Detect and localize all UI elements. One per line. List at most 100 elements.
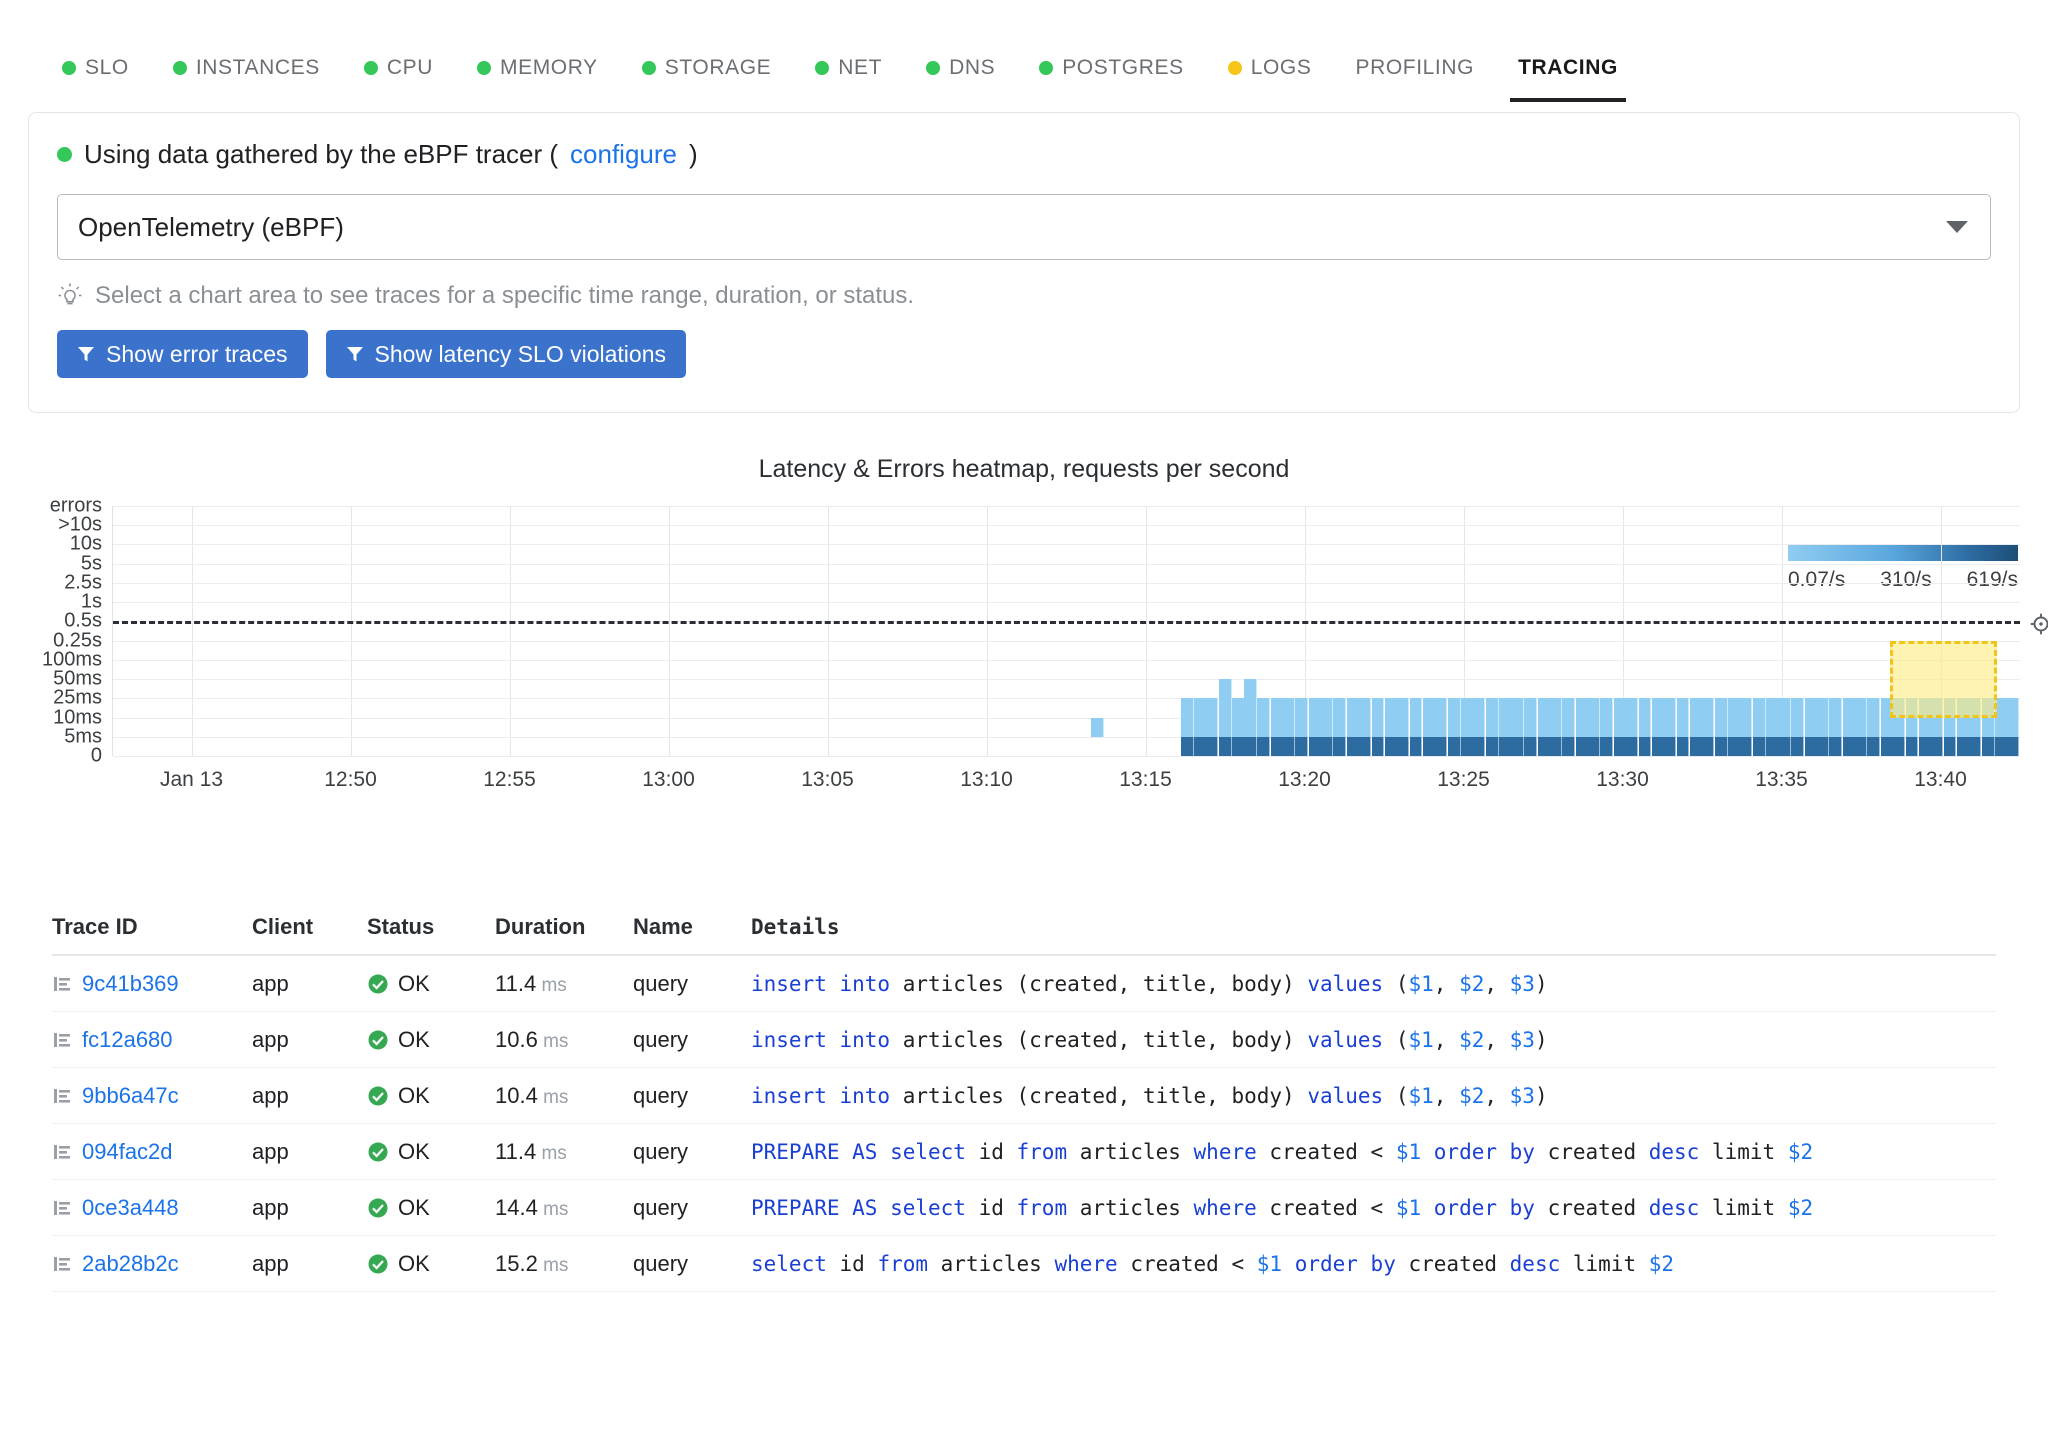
heatmap-cell[interactable]: [1791, 698, 1804, 717]
heatmap-bin[interactable]: [1206, 506, 1219, 756]
heatmap-cell[interactable]: [1524, 698, 1537, 717]
heatmap-cell[interactable]: [1524, 718, 1537, 737]
column-header-name[interactable]: Name: [633, 914, 751, 940]
trace-id-cell[interactable]: 094fac2d: [52, 1139, 252, 1165]
nav-item-slo[interactable]: SLO: [40, 56, 151, 90]
heatmap-bin[interactable]: [1257, 506, 1270, 756]
nav-item-logs[interactable]: LOGS: [1206, 56, 1334, 90]
heatmap-cell[interactable]: [1435, 698, 1448, 717]
heatmap-cell[interactable]: [1448, 737, 1461, 756]
nav-item-net[interactable]: NET: [793, 56, 904, 90]
heatmap-cell[interactable]: [1410, 718, 1423, 737]
heatmap-cell[interactable]: [1930, 718, 1943, 737]
heatmap-cell[interactable]: [1663, 718, 1676, 737]
nav-item-storage[interactable]: STORAGE: [620, 56, 794, 90]
trace-id-link[interactable]: 9bb6a47c: [82, 1083, 179, 1109]
heatmap-cell[interactable]: [1282, 737, 1295, 756]
column-header-status[interactable]: Status: [367, 914, 495, 940]
heatmap-cell[interactable]: [1410, 698, 1423, 717]
heatmap-cell[interactable]: [1969, 718, 1982, 737]
latency-errors-heatmap[interactable]: errors>10s10s5s2.5s1s0.5s0.25s100ms50ms2…: [0, 496, 2048, 896]
heatmap-bin[interactable]: [1867, 506, 1880, 756]
nav-item-profiling[interactable]: PROFILING: [1333, 56, 1496, 90]
heatmap-cell[interactable]: [1829, 737, 1842, 756]
table-row[interactable]: 9bb6a47cappOK10.4 msqueryinsert into art…: [52, 1068, 1996, 1124]
heatmap-bin[interactable]: [1969, 506, 1982, 756]
heatmap-bin[interactable]: [1892, 506, 1905, 756]
heatmap-bin[interactable]: [1091, 506, 1104, 756]
heatmap-bin[interactable]: [1244, 506, 1257, 756]
nav-item-tracing[interactable]: TRACING: [1496, 56, 1640, 90]
trace-id-cell[interactable]: fc12a680: [52, 1027, 252, 1053]
heatmap-cell[interactable]: [1982, 737, 1995, 756]
heatmap-bin[interactable]: [1511, 506, 1524, 756]
heatmap-bin[interactable]: [1702, 506, 1715, 756]
heatmap-cell[interactable]: [1867, 737, 1880, 756]
heatmap-cell[interactable]: [1639, 737, 1652, 756]
heatmap-bin[interactable]: [1715, 506, 1728, 756]
heatmap-cell[interactable]: [1969, 698, 1982, 717]
heatmap-cell[interactable]: [1524, 737, 1537, 756]
heatmap-cell[interactable]: [1930, 737, 1943, 756]
heatmap-cell[interactable]: [1892, 718, 1905, 737]
heatmap-cell[interactable]: [1854, 718, 1867, 737]
trace-id-cell[interactable]: 2ab28b2c: [52, 1251, 252, 1277]
heatmap-cell[interactable]: [1702, 737, 1715, 756]
heatmap-cell[interactable]: [1257, 698, 1270, 717]
table-row[interactable]: fc12a680appOK10.6 msqueryinsert into art…: [52, 1012, 1996, 1068]
heatmap-cell[interactable]: [1587, 718, 1600, 737]
heatmap-cell[interactable]: [1333, 737, 1346, 756]
heatmap-cell[interactable]: [1791, 737, 1804, 756]
heatmap-cell[interactable]: [1295, 698, 1308, 717]
heatmap-bin[interactable]: [1600, 506, 1613, 756]
column-header-trace-id[interactable]: Trace ID: [52, 914, 252, 940]
heatmap-cell[interactable]: [1511, 718, 1524, 737]
table-row[interactable]: 0ce3a448appOK14.4 msqueryPREPARE AS sele…: [52, 1180, 1996, 1236]
heatmap-cell[interactable]: [1206, 698, 1219, 717]
heatmap-cell[interactable]: [1435, 718, 1448, 737]
heatmap-cell[interactable]: [1333, 718, 1346, 737]
heatmap-cell[interactable]: [1702, 698, 1715, 717]
heatmap-cell[interactable]: [1829, 718, 1842, 737]
heatmap-cell[interactable]: [1906, 698, 1919, 717]
heatmap-cell[interactable]: [1867, 698, 1880, 717]
heatmap-cell[interactable]: [1944, 737, 1957, 756]
show-error-traces-button[interactable]: Show error traces: [57, 330, 308, 378]
heatmap-cell[interactable]: [1486, 718, 1499, 737]
heatmap-bin[interactable]: [1333, 506, 1346, 756]
heatmap-cell[interactable]: [1181, 698, 1194, 717]
heatmap-cell[interactable]: [1219, 718, 1232, 737]
heatmap-cell[interactable]: [1562, 737, 1575, 756]
heatmap-bin[interactable]: [1435, 506, 1448, 756]
heatmap-cell[interactable]: [1473, 737, 1486, 756]
nav-item-dns[interactable]: DNS: [904, 56, 1017, 90]
heatmap-cell[interactable]: [2007, 737, 2020, 756]
heatmap-bin[interactable]: [1829, 506, 1842, 756]
trace-id-cell[interactable]: 9c41b369: [52, 971, 252, 997]
heatmap-cell[interactable]: [1740, 718, 1753, 737]
crosshair-target-icon[interactable]: [2028, 611, 2048, 637]
heatmap-bin[interactable]: [1587, 506, 1600, 756]
heatmap-cell[interactable]: [1600, 737, 1613, 756]
heatmap-cell[interactable]: [1295, 737, 1308, 756]
heatmap-cell[interactable]: [1892, 698, 1905, 717]
heatmap-cell[interactable]: [1372, 698, 1385, 717]
heatmap-cell[interactable]: [1282, 698, 1295, 717]
heatmap-cell[interactable]: [2007, 718, 2020, 737]
heatmap-bin[interactable]: [1740, 506, 1753, 756]
heatmap-cell[interactable]: [1677, 698, 1690, 717]
heatmap-bin[interactable]: [1906, 506, 1919, 756]
heatmap-bin[interactable]: [1778, 506, 1791, 756]
heatmap-cell[interactable]: [1244, 698, 1257, 717]
heatmap-cell[interactable]: [1791, 718, 1804, 737]
heatmap-cell[interactable]: [1625, 698, 1638, 717]
heatmap-cell[interactable]: [1333, 698, 1346, 717]
heatmap-cell[interactable]: [1396, 718, 1409, 737]
heatmap-bin[interactable]: [1473, 506, 1486, 756]
heatmap-cell[interactable]: [1358, 698, 1371, 717]
heatmap-cell[interactable]: [1206, 718, 1219, 737]
heatmap-cell[interactable]: [1219, 737, 1232, 756]
heatmap-plot-area[interactable]: [112, 506, 2020, 756]
heatmap-cell[interactable]: [1091, 718, 1104, 737]
heatmap-cell[interactable]: [1372, 718, 1385, 737]
